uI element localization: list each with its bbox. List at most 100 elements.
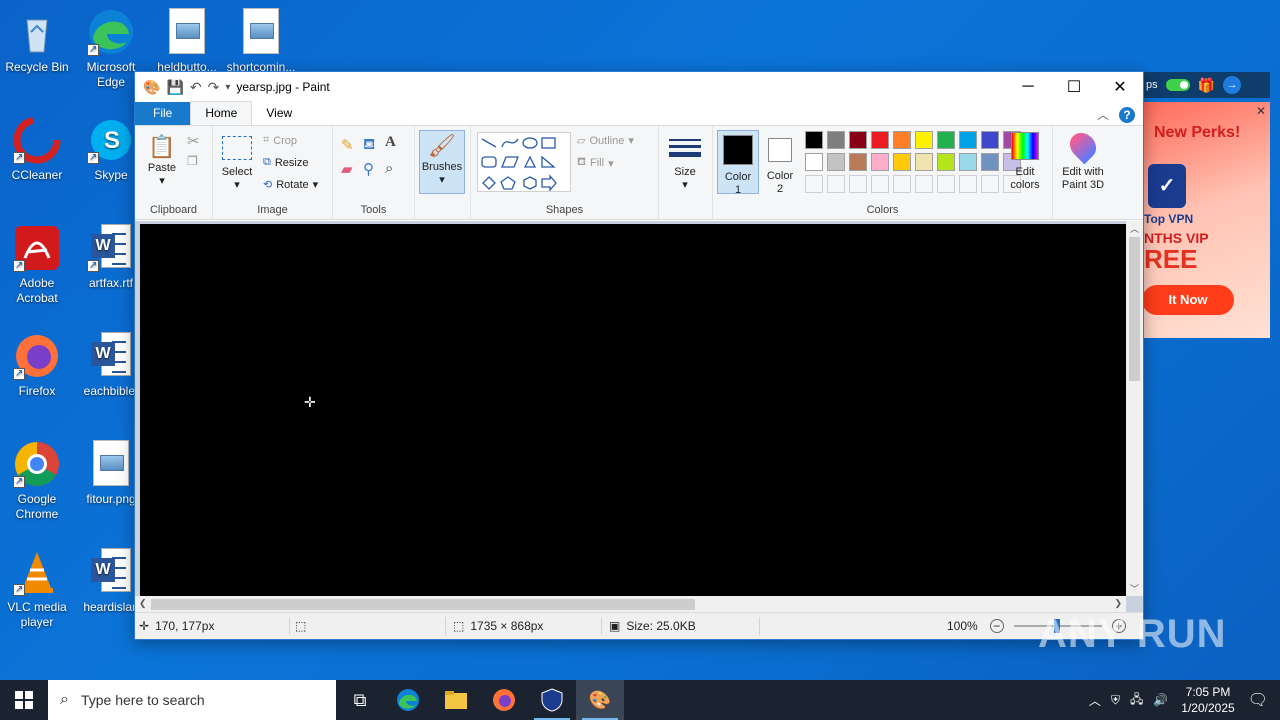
- outline-button[interactable]: ▱ Outline ▾: [577, 134, 634, 148]
- paint-app-icon[interactable]: 🎨: [143, 79, 160, 96]
- desktop-icon-firefox[interactable]: Firefox: [0, 332, 74, 399]
- ad-cta-button[interactable]: It Now: [1144, 285, 1234, 315]
- tab-home[interactable]: Home: [190, 101, 253, 125]
- save-icon[interactable]: 💾: [166, 79, 183, 96]
- magnifier-icon[interactable]: ⌕: [385, 160, 393, 177]
- start-button[interactable]: [0, 680, 48, 720]
- vertical-scrollbar[interactable]: ︿ ﹀: [1126, 221, 1143, 596]
- palette-swatch[interactable]: [981, 131, 999, 149]
- tab-view[interactable]: View: [252, 102, 306, 125]
- network-icon[interactable]: 🖧: [1130, 690, 1143, 711]
- palette-swatch[interactable]: [959, 131, 977, 149]
- desktop-icon-shortcomin[interactable]: shortcomin...: [224, 8, 298, 75]
- gift-icon[interactable]: 🎁: [1198, 77, 1215, 94]
- clock[interactable]: 7:05 PM 1/20/2025: [1181, 684, 1234, 716]
- color-picker-icon[interactable]: ⚲: [363, 160, 374, 178]
- cut-icon[interactable]: ✂: [187, 132, 200, 150]
- taskbar-edge-icon[interactable]: [384, 680, 432, 720]
- palette-swatch[interactable]: [871, 153, 889, 171]
- customize-qat-icon[interactable]: ▾: [225, 82, 230, 93]
- scroll-down-icon[interactable]: ﹀: [1130, 582, 1139, 595]
- title-bar[interactable]: 🎨 💾 ↶ ↷ ▾ yearsp.jpg - Paint ─ ☐ ✕: [135, 72, 1143, 102]
- horizontal-scroll-thumb[interactable]: [151, 599, 695, 610]
- crop-button[interactable]: ⌗ Crop: [263, 134, 297, 147]
- palette-swatch[interactable]: [915, 175, 933, 193]
- text-icon[interactable]: A: [385, 134, 396, 151]
- palette-swatch[interactable]: [893, 175, 911, 193]
- brushes-button[interactable]: 🖌 Brushes ▾: [419, 130, 465, 194]
- select-button[interactable]: Select ▾: [219, 136, 255, 192]
- palette-swatch[interactable]: [827, 175, 845, 193]
- palette-swatch[interactable]: [959, 175, 977, 193]
- shapes-gallery[interactable]: [477, 132, 571, 192]
- size-button[interactable]: Size ▾: [667, 132, 703, 192]
- desktop-icon-ccleaner[interactable]: CCleaner: [0, 116, 74, 183]
- palette-swatch[interactable]: [981, 153, 999, 171]
- notifications-icon[interactable]: 🗨: [1248, 690, 1268, 710]
- palette-swatch[interactable]: [849, 175, 867, 193]
- collapse-ribbon-icon[interactable]: ︿: [1097, 106, 1109, 123]
- taskbar-firefox-icon[interactable]: [480, 680, 528, 720]
- minimize-button[interactable]: ─: [1005, 72, 1051, 102]
- rotate-button[interactable]: ⟲ Rotate ▾: [263, 178, 318, 192]
- palette-swatch[interactable]: [915, 131, 933, 149]
- palette-swatch[interactable]: [893, 153, 911, 171]
- task-view-icon[interactable]: ⧉: [336, 680, 384, 720]
- defender-icon[interactable]: ⛨: [1111, 693, 1120, 708]
- eraser-icon[interactable]: ▰: [341, 160, 353, 178]
- palette-swatch[interactable]: [805, 153, 823, 171]
- zoom-out-icon[interactable]: −: [989, 619, 1004, 633]
- taskbar-vpn-icon[interactable]: [528, 680, 576, 720]
- desktop-icon-recycle-bin[interactable]: Recycle Bin: [0, 8, 74, 75]
- edit-paint3d-button[interactable]: Edit with Paint 3D: [1055, 127, 1111, 192]
- maximize-button[interactable]: ☐: [1051, 72, 1097, 102]
- close-button[interactable]: ✕: [1097, 72, 1143, 102]
- palette-swatch[interactable]: [871, 175, 889, 193]
- desktop-icon-vlc[interactable]: VLC media player: [0, 548, 74, 630]
- desktop-icon-acrobat[interactable]: Adobe Acrobat: [0, 224, 74, 306]
- taskbar-search[interactable]: ⌕ Type here to search: [48, 680, 336, 720]
- ad-toggle[interactable]: [1165, 79, 1190, 91]
- help-icon[interactable]: ?: [1119, 106, 1135, 123]
- palette-swatch[interactable]: [893, 131, 911, 149]
- palette-swatch[interactable]: [937, 175, 955, 193]
- tab-file[interactable]: File: [135, 102, 191, 125]
- color1-button[interactable]: Color 1: [717, 130, 759, 196]
- desktop-icon-heldbutto[interactable]: heldbutto...: [150, 8, 224, 75]
- palette-swatch[interactable]: [871, 131, 889, 149]
- palette-swatch[interactable]: [981, 175, 999, 193]
- palette-swatch[interactable]: [805, 175, 823, 193]
- edit-colors-button[interactable]: Edit colors: [1003, 132, 1047, 192]
- vertical-scroll-thumb[interactable]: [1129, 237, 1140, 381]
- drawing-canvas[interactable]: ✛: [140, 224, 1126, 596]
- palette-swatch[interactable]: [915, 153, 933, 171]
- palette-swatch[interactable]: [849, 131, 867, 149]
- palette-swatch[interactable]: [805, 131, 823, 149]
- copy-icon[interactable]: ❐: [187, 154, 198, 168]
- palette-swatch[interactable]: [849, 153, 867, 171]
- arrow-right-icon[interactable]: →: [1223, 76, 1242, 94]
- volume-icon[interactable]: 🔊: [1153, 693, 1168, 707]
- paste-button[interactable]: 📋 Paste ▾: [143, 132, 181, 188]
- show-hidden-icons-icon[interactable]: ︿: [1089, 692, 1101, 709]
- scroll-right-icon[interactable]: ❯: [1114, 598, 1122, 609]
- fill-bucket-icon[interactable]: ⛾: [363, 136, 375, 155]
- undo-icon[interactable]: ↶: [190, 79, 202, 96]
- palette-swatch[interactable]: [937, 131, 955, 149]
- redo-icon[interactable]: ↷: [208, 79, 220, 96]
- file-explorer-icon[interactable]: [432, 680, 480, 720]
- horizontal-scrollbar[interactable]: ❮ ❯: [135, 596, 1126, 613]
- color2-button[interactable]: Color 2: [761, 130, 799, 195]
- scroll-up-icon[interactable]: ︿: [1130, 222, 1139, 235]
- vpn-ad-banner[interactable]: ✕ New Perks! ✓ Top VPN NTHS VIP REE It N…: [1144, 102, 1270, 338]
- pencil-icon[interactable]: ✎: [341, 136, 354, 154]
- resize-button[interactable]: ⧉ Resize: [263, 156, 308, 169]
- close-icon[interactable]: ✕: [1256, 104, 1266, 118]
- palette-swatch[interactable]: [827, 131, 845, 149]
- taskbar-paint-icon[interactable]: 🎨: [576, 680, 624, 720]
- palette-swatch[interactable]: [959, 153, 977, 171]
- palette-swatch[interactable]: [827, 153, 845, 171]
- fill-button[interactable]: ⛾ Fill ▾: [577, 156, 614, 170]
- palette-swatch[interactable]: [937, 153, 955, 171]
- scroll-left-icon[interactable]: ❮: [139, 598, 147, 609]
